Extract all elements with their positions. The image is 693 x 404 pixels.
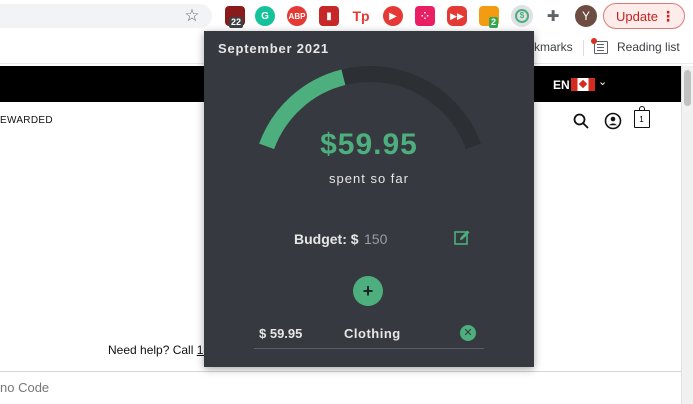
tp-icon[interactable]: Tp: [351, 6, 371, 26]
budget-label: Budget: $: [294, 231, 359, 247]
expense-row: $ 59.95 Clothing ✕: [254, 321, 484, 349]
expense-amount: $ 59.95: [259, 326, 303, 341]
ext-badge: 2: [489, 17, 499, 28]
more-vert-icon: ⋮: [661, 8, 675, 24]
abp-icon[interactable]: ABP: [287, 6, 307, 26]
search-icon[interactable]: [572, 112, 590, 130]
play-icon[interactable]: ▶: [383, 6, 403, 26]
grammarly-icon[interactable]: G: [255, 6, 275, 26]
browser-window: ☆ 22 G ABP ▮ Tp ▶ ⁘ ▶▶ 2 $ ✚ Y Update ⋮ …: [0, 0, 693, 404]
abp-label: ABP: [288, 11, 306, 21]
tool-ext-icon[interactable]: 2: [479, 6, 499, 28]
remove-expense-icon[interactable]: ✕: [460, 325, 476, 341]
bookmark-star-icon[interactable]: ☆: [183, 7, 201, 25]
update-button[interactable]: Update ⋮: [603, 3, 685, 29]
budget-ext-icon: $: [515, 9, 529, 23]
rewarded-banner-text: EWARDED: [0, 115, 53, 126]
browser-toolbar: ☆ 22 G ABP ▮ Tp ▶ ⁘ ▶▶ 2 $ ✚ Y Update ⋮: [0, 0, 693, 32]
tp-label: Tp: [352, 8, 370, 24]
canada-flag-icon: [571, 78, 595, 91]
bookmarks-divider: [583, 40, 584, 56]
avatar[interactable]: Y: [575, 5, 597, 27]
cart-count: 1: [639, 115, 644, 124]
spent-label: spent so far: [329, 171, 409, 186]
month-title: September 2021: [218, 41, 329, 56]
language-label[interactable]: EN: [553, 78, 570, 92]
edit-icon[interactable]: [453, 229, 471, 247]
reading-list-label[interactable]: Reading list: [617, 40, 680, 54]
chevron-down-icon[interactable]: ⌄: [598, 75, 607, 88]
promo-divider: [0, 371, 681, 372]
expense-category: Clothing: [344, 326, 401, 341]
add-expense-button[interactable]: +: [353, 276, 383, 306]
bookmarks-label[interactable]: kmarks: [534, 40, 573, 54]
scrollbar-thumb[interactable]: [684, 70, 691, 106]
budget-ext-button[interactable]: $: [511, 5, 533, 27]
book-icon[interactable]: ▮: [319, 6, 339, 26]
update-label: Update: [616, 8, 658, 24]
help-label: Need help? Call: [108, 343, 197, 357]
notification-dot: [591, 38, 597, 44]
budget-value[interactable]: 150: [364, 231, 387, 247]
ext-badge: 22: [229, 17, 244, 28]
youtube-icon[interactable]: ▶▶: [447, 6, 467, 26]
promo-code-field[interactable]: no Code: [0, 380, 49, 395]
spent-amount: $59.95: [320, 128, 418, 161]
account-icon[interactable]: [604, 112, 622, 130]
shield-ext-icon[interactable]: 22: [225, 6, 245, 28]
dice-icon[interactable]: ⁘: [415, 6, 435, 26]
cart-handle: [639, 106, 645, 111]
scrollbar[interactable]: [681, 66, 693, 404]
address-bar[interactable]: [0, 4, 212, 28]
puzzle-icon[interactable]: ✚: [543, 6, 563, 26]
cart-icon[interactable]: 1: [634, 106, 650, 128]
help-text: Need help? Call 1-: [108, 343, 207, 357]
budget-popup: September 2021 $59.95 spent so far Budge…: [204, 31, 534, 367]
